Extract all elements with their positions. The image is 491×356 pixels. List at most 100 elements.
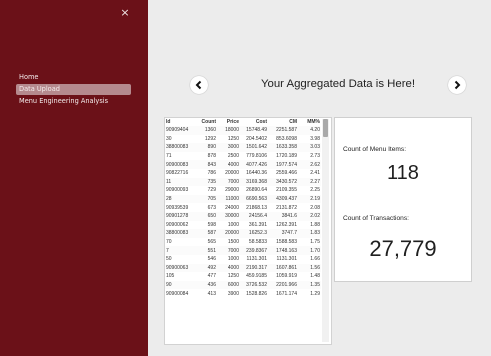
table-cell: 551 xyxy=(195,246,217,255)
column-header-cm[interactable]: CM xyxy=(268,118,298,126)
previous-button[interactable] xyxy=(190,76,208,94)
close-sidebar-icon[interactable]: × xyxy=(120,7,130,19)
table-cell: 38800083 xyxy=(165,143,195,152)
table-row[interactable]: 30 1292 1250 204.5402 853.6098 3.98 xyxy=(165,135,321,144)
transactions-count-label: Count of Transactions: xyxy=(343,215,409,222)
table-row[interactable]: 90909404 1360 18000 15748.49 2251.587 4.20 xyxy=(165,126,321,135)
table-header-row: Id Count Price Cost CM MM% xyxy=(165,118,321,126)
table-cell: 2.25 xyxy=(310,187,320,194)
chevron-right-icon xyxy=(454,80,461,90)
column-header-mm[interactable]: MM% xyxy=(298,118,321,126)
table-cell: 786 xyxy=(207,170,216,177)
table-row[interactable]: 28 705 11000 6690.563 4309.437 2.19 xyxy=(165,194,321,204)
table-cell: 1528.826 xyxy=(246,290,267,297)
table-cell: 779.8106 xyxy=(246,153,267,160)
table-row[interactable]: 90900093 729 29000 26890.64 2109.355 2.25 xyxy=(165,186,321,195)
table-cell: 239.8367 xyxy=(240,246,268,255)
data-table: Id Count Price Cost CM MM% 90909404 1360 18000 1… xyxy=(165,118,321,298)
table-cell: 1500 xyxy=(227,239,239,246)
column-header-id[interactable]: Id xyxy=(165,118,195,126)
table-cell: 1501.642 xyxy=(240,143,268,152)
aggregated-data-table[interactable]: Id Count Price Cost CM MM% 90909404 1360 18000 1… xyxy=(164,117,332,345)
table-cell: 21868.13 xyxy=(246,204,267,211)
table-row[interactable]: 90900083 843 4000 4077.426 1977.574 2.62 xyxy=(165,160,321,169)
table-cell: 1.70 xyxy=(298,246,321,255)
table-cell: 2.41 xyxy=(310,170,320,177)
table-cell: 1671.174 xyxy=(276,290,297,297)
table-row[interactable]: 38800083 890 3000 1501.642 1633.358 3.03 xyxy=(165,143,321,152)
sidebar-item-data-upload[interactable]: Data Upload xyxy=(16,84,131,95)
table-cell: 7 xyxy=(165,246,195,255)
table-row[interactable]: 90900062 598 1000 361.391 1262.391 1.88 xyxy=(165,221,321,230)
table-row[interactable]: 90822716 786 20000 16440.36 2559.466 2.41 xyxy=(165,169,321,178)
table-cell: 1607.861 xyxy=(268,263,298,273)
table-row[interactable]: 70 565 1500 58.5833 1588.583 1.75 xyxy=(165,238,321,247)
table-cell: 1262.391 xyxy=(276,221,297,228)
table-row[interactable]: 90939539 673 24000 21868.13 2131.872 2.08 xyxy=(165,203,321,212)
table-cell: 843 xyxy=(195,160,217,169)
table-cell: 878 xyxy=(207,153,216,160)
table-row[interactable]: 38800083 587 20000 16252.3 3747.7 1.83 xyxy=(165,229,321,238)
sidebar-nav: Home Data Upload Menu Engineering Analysis xyxy=(0,72,148,108)
table-row[interactable]: 50 546 1000 1131.301 1131.301 1.66 xyxy=(165,255,321,264)
table-cell: 24156.4 xyxy=(240,211,268,221)
table-cell: 20000 xyxy=(225,170,239,177)
table-cell: 1250 xyxy=(227,273,239,280)
sidebar-item-menu-engineering-analysis[interactable]: Menu Engineering Analysis xyxy=(16,96,131,107)
column-header-count[interactable]: Count xyxy=(195,118,217,126)
table-cell: 3726.532 xyxy=(240,280,268,290)
table-cell: 890 xyxy=(195,143,217,152)
table-cell: 90939539 xyxy=(166,204,189,211)
table-cell: 1.29 xyxy=(310,290,320,297)
table-row[interactable]: 11 735 7000 3169.368 3430.572 2.27 xyxy=(165,177,321,187)
table-cell: 565 xyxy=(207,239,216,246)
table-cell: 18000 xyxy=(217,126,240,135)
table-cell: 1977.574 xyxy=(268,160,298,169)
table-cell: 4000 xyxy=(217,263,240,273)
table-cell: 2109.355 xyxy=(276,187,297,194)
table-cell: 2201.966 xyxy=(268,280,298,290)
menu-items-count-value: 118 xyxy=(387,162,419,184)
table-cell: 4000 xyxy=(217,160,240,169)
table-cell: 204.5402 xyxy=(246,135,267,142)
scrollbar-thumb[interactable] xyxy=(323,119,328,137)
table-row[interactable]: 71 878 2500 779.8106 1720.189 2.73 xyxy=(165,152,321,161)
table-cell: 1633.358 xyxy=(268,143,298,152)
table-cell: 70 xyxy=(166,239,172,246)
table-row[interactable]: 105 477 1250 459.9185 1059.919 1.48 xyxy=(165,272,321,281)
table-cell: 1131.301 xyxy=(276,256,297,263)
table-cell: 90901278 xyxy=(165,211,195,221)
table-row[interactable]: 90900084 413 3900 1528.826 1671.174 1.29 xyxy=(165,289,321,298)
table-cell: 587 xyxy=(195,229,217,238)
table-cell: 1360 xyxy=(195,126,217,135)
table-cell: 2.08 xyxy=(310,204,320,211)
table-row[interactable]: 90 436 6000 3726.532 2201.966 1.35 xyxy=(165,280,321,290)
chevron-left-icon xyxy=(195,80,202,90)
sidebar-item-home[interactable]: Home xyxy=(16,72,131,83)
column-header-price[interactable]: Price xyxy=(217,118,240,126)
table-cell: 1059.919 xyxy=(276,273,297,280)
table-cell: 2.02 xyxy=(298,211,321,221)
table-cell: 413 xyxy=(207,290,216,297)
table-cell: 1.56 xyxy=(298,263,321,273)
table-scrollbar[interactable] xyxy=(322,119,329,342)
table-cell: 598 xyxy=(207,221,216,228)
table-row[interactable]: 90901278 650 30000 24156.4 3841.6 2.02 xyxy=(165,211,321,221)
table-cell: 705 xyxy=(195,194,217,204)
transactions-count-value: 27,779 xyxy=(369,236,437,261)
table-cell: 1000 xyxy=(227,221,239,228)
table-cell: 16440.36 xyxy=(246,170,267,177)
table-cell: 1000 xyxy=(227,256,239,263)
table-row[interactable]: 90900063 492 4000 2190.317 1607.861 1.56 xyxy=(165,263,321,273)
table-row[interactable]: 7 551 7000 239.8367 1748.163 1.70 xyxy=(165,246,321,255)
column-header-cost[interactable]: Cost xyxy=(240,118,268,126)
table-cell: 3.03 xyxy=(298,143,321,152)
table-cell: 11 xyxy=(165,177,195,187)
table-cell: 1.83 xyxy=(298,229,321,238)
table-cell: 6690.563 xyxy=(240,194,268,204)
table-cell: 105 xyxy=(166,273,175,280)
table-cell: 1748.163 xyxy=(268,246,298,255)
table-cell: 7000 xyxy=(217,246,240,255)
table-cell: 361.391 xyxy=(248,221,267,228)
next-button[interactable] xyxy=(448,76,466,94)
